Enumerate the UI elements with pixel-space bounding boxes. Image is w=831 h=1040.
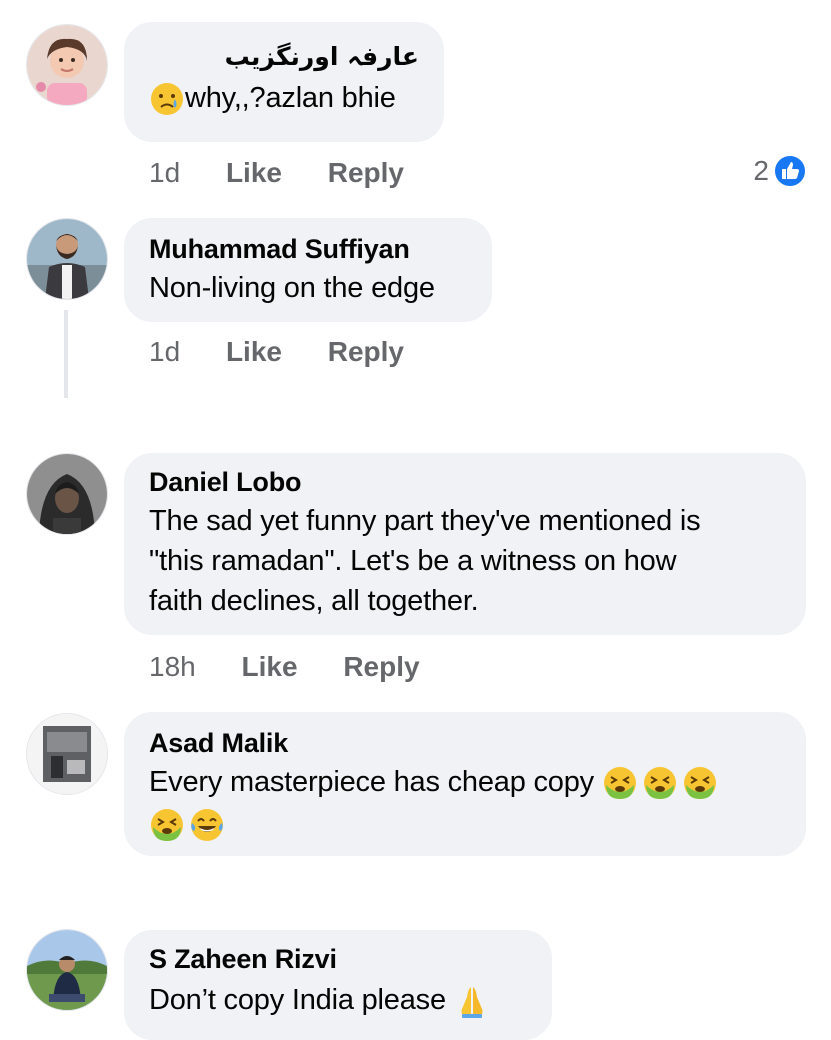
avatar[interactable] — [26, 929, 108, 1011]
reply-button[interactable]: Reply — [328, 157, 404, 188]
comment-author[interactable]: Muhammad Suffiyan — [149, 232, 467, 266]
avatar[interactable] — [26, 218, 108, 300]
nauseated-face-emoji — [602, 765, 638, 801]
reply-button[interactable]: Reply — [328, 336, 404, 367]
reaction-count: 2 — [753, 155, 769, 186]
comment-text-row — [149, 804, 781, 844]
comment-bubble: Daniel Lobo The sad yet funny part they'… — [124, 453, 806, 635]
comment-text: Don’t copy India please — [149, 984, 446, 1016]
comment-author[interactable]: S Zaheen Rizvi — [149, 942, 527, 976]
comment-bubble: عارفہ اورنگزیب why,,?azlan bhie — [124, 22, 444, 142]
reaction-summary[interactable]: 2 — [753, 154, 807, 188]
comment-bubble: Muhammad Suffiyan Non-living on the edge — [124, 218, 492, 322]
comment-bubble: Asad Malik Every masterpiece has cheap c… — [124, 712, 806, 856]
like-button[interactable]: Like — [226, 157, 282, 188]
avatar[interactable] — [26, 24, 108, 106]
comment-text-row: Don’t copy India please — [149, 980, 527, 1020]
comment-text-line: faith declines, all together. — [149, 585, 479, 617]
sad-tear-emoji — [149, 81, 185, 117]
comment-time[interactable]: 1d — [149, 157, 180, 188]
comment-text-row: why,,?azlan bhie — [149, 78, 419, 118]
folded-hands-emoji — [454, 983, 490, 1019]
emoji-group — [602, 765, 718, 801]
like-button[interactable]: Like — [226, 336, 282, 367]
comment-author[interactable]: عارفہ اورنگزیب — [149, 40, 420, 74]
comment-text-line: "this ramadan". Let's be a witness on ho… — [149, 545, 677, 577]
emoji-group — [149, 807, 225, 843]
comment-text: Every masterpiece has cheap copy — [149, 766, 594, 798]
like-button[interactable]: Like — [242, 651, 298, 682]
comment-text: why,,?azlan bhie — [185, 82, 396, 114]
reply-button[interactable]: Reply — [343, 651, 419, 682]
comment-text-line: The sad yet funny part they've mentioned… — [149, 505, 701, 537]
comment-actions: 1d Like Reply — [149, 156, 442, 190]
comment-text: Non-living on the edge — [149, 272, 435, 304]
avatar[interactable] — [26, 453, 108, 535]
nauseated-face-emoji — [149, 807, 185, 843]
thread-connector — [64, 310, 68, 398]
comment-actions: 1d Like Reply — [149, 335, 442, 369]
comment-author[interactable]: Asad Malik — [149, 726, 781, 760]
avatar[interactable] — [26, 713, 108, 795]
comment-text-row: Every masterpiece has cheap copy — [149, 762, 781, 802]
like-icon — [773, 154, 807, 188]
comment-time[interactable]: 1d — [149, 336, 180, 367]
comment-actions: 18h Like Reply — [149, 650, 458, 684]
comment-author[interactable]: Daniel Lobo — [149, 465, 781, 499]
tears-of-joy-emoji — [189, 807, 225, 843]
comment-time[interactable]: 18h — [149, 651, 196, 682]
nauseated-face-emoji — [682, 765, 718, 801]
nauseated-face-emoji — [642, 765, 678, 801]
